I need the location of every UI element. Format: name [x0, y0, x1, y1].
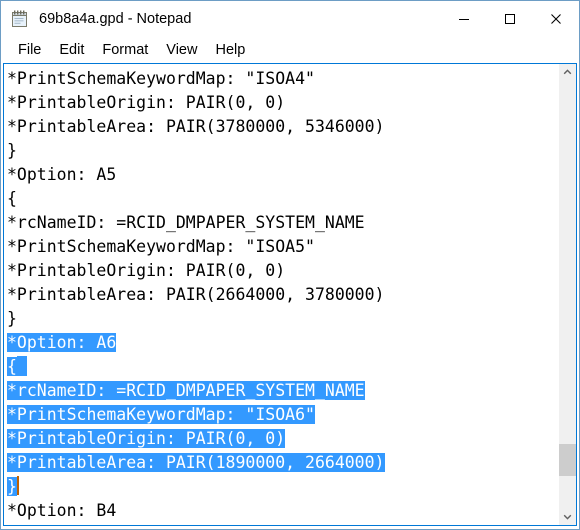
scroll-up-button[interactable] [559, 64, 576, 81]
editor-line-text: { [7, 357, 17, 376]
editor-line[interactable]: *PrintableArea: PAIR(2664000, 3780000) [7, 283, 558, 307]
editor-line-text: *rcNameID: =RCID_DMPAPER_SYSTEM_NAME [7, 213, 365, 232]
notepad-window: 69b8a4a.gpd - Notepad File Edit Format V… [0, 0, 580, 530]
editor-line[interactable]: *Option: A5 [7, 163, 558, 187]
editor-line-text: *PrintableOrigin: PAIR(0, 0) [7, 93, 286, 112]
editor-line[interactable]: } [7, 139, 558, 163]
editor-line-text: *PrintableOrigin: PAIR(0, 0) [7, 429, 286, 448]
notepad-icon [10, 9, 30, 29]
scrollbar-thumb[interactable] [559, 444, 576, 476]
editor-line[interactable]: } [7, 307, 558, 331]
editor-frame: *PrintSchemaKeywordMap: "ISOA4" *Printabl… [3, 63, 577, 526]
vertical-scrollbar[interactable] [558, 64, 576, 525]
editor-line-text: *Option: A6 [7, 333, 117, 352]
editor-line[interactable]: { [7, 355, 558, 379]
chevron-up-icon [563, 64, 572, 82]
editor-line-text: *PrintSchemaKeywordMap: "ISOA5" [7, 237, 315, 256]
editor-line-text: *Option: A5 [7, 165, 117, 184]
menu-item-view[interactable]: View [157, 39, 206, 61]
close-button[interactable] [533, 1, 579, 37]
editor-line-text: *PrintSchemaKeywordMap: "ISOA6" [7, 405, 315, 424]
menu-item-file[interactable]: File [9, 39, 50, 61]
editor-line-text: } [7, 477, 17, 496]
editor-line[interactable]: *Option: A6 [7, 331, 558, 355]
editor-line-text: *rcNameID: =RCID_DMPAPER_SYSTEM_NAME [7, 381, 365, 400]
editor-line-text: *Option: B4 [7, 501, 117, 520]
editor-line[interactable]: *rcNameID: =RCID_DMPAPER_SYSTEM_NAME [7, 379, 558, 403]
close-icon [550, 13, 562, 25]
editor-line-text: } [7, 309, 17, 328]
title-bar-left: 69b8a4a.gpd - Notepad [1, 9, 441, 29]
scroll-down-button[interactable] [559, 508, 576, 525]
menu-item-help[interactable]: Help [206, 39, 254, 61]
text-editor[interactable]: *PrintSchemaKeywordMap: "ISOA4" *Printabl… [4, 64, 558, 525]
editor-line-text: *PrintableArea: PAIR(3780000, 5346000) [7, 117, 385, 136]
title-bar[interactable]: 69b8a4a.gpd - Notepad [1, 1, 579, 37]
editor-line-text: *PrintableArea: PAIR(2664000, 3780000) [7, 285, 385, 304]
editor-line[interactable]: *PrintSchemaKeywordMap: "ISOA4" [7, 67, 558, 91]
editor-line[interactable]: { [7, 187, 558, 211]
editor-line-text: { [7, 189, 17, 208]
window-controls [441, 1, 579, 37]
minimize-button[interactable] [441, 1, 487, 37]
editor-line[interactable]: *PrintableOrigin: PAIR(0, 0) [7, 91, 558, 115]
editor-line[interactable]: *PrintableArea: PAIR(3780000, 5346000) [7, 115, 558, 139]
window-title: 69b8a4a.gpd - Notepad [39, 11, 192, 27]
minimize-icon [458, 13, 470, 25]
editor-line[interactable]: *PrintableArea: PAIR(1890000, 2664000) [7, 451, 558, 475]
chevron-down-icon [563, 508, 572, 526]
text-caret [16, 476, 19, 495]
editor-line[interactable]: *PrintSchemaKeywordMap: "ISOA6" [7, 403, 558, 427]
scrollbar-track[interactable] [559, 81, 576, 508]
editor-line-text: *PrintableOrigin: PAIR(0, 0) [7, 261, 286, 280]
editor-line-text: } [7, 141, 17, 160]
menu-item-edit[interactable]: Edit [50, 39, 93, 61]
editor-line[interactable]: *rcNameID: =RCID_DMPAPER_SYSTEM_NAME [7, 211, 558, 235]
menu-bar: File Edit Format View Help [1, 37, 579, 63]
editor-line[interactable]: *PrintableOrigin: PAIR(0, 0) [7, 259, 558, 283]
editor-line[interactable]: *PrintSchemaKeywordMap: "ISOA5" [7, 235, 558, 259]
editor-line-text: *PrintSchemaKeywordMap: "ISOA4" [7, 69, 315, 88]
editor-line[interactable]: *PrintableOrigin: PAIR(0, 0) [7, 427, 558, 451]
editor-line[interactable]: { [7, 523, 558, 525]
maximize-icon [504, 13, 516, 25]
maximize-button[interactable] [487, 1, 533, 37]
editor-line[interactable]: } [7, 475, 558, 499]
editor-line[interactable]: *Option: B4 [7, 499, 558, 523]
editor-line-text: *PrintableArea: PAIR(1890000, 2664000) [7, 453, 385, 472]
menu-item-format[interactable]: Format [93, 39, 157, 61]
